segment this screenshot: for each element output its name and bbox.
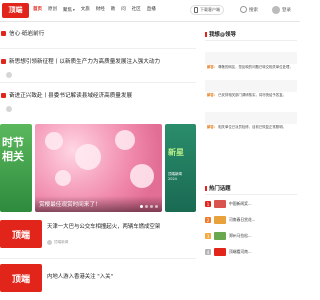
headline-item[interactable]: 新思想引领新征程丨以新质生产力为高质量发展注入强大动力	[0, 54, 196, 68]
rank-badge: 4	[205, 249, 211, 255]
blossom-decoration	[130, 164, 154, 188]
carousel-next-slide[interactable]: 新星 顶端新闻 2024	[165, 124, 196, 212]
rank-badge: 2	[205, 217, 211, 223]
hot-topic-item[interactable]: 1 中国新闻奖...	[205, 198, 297, 210]
nav-item-culture[interactable]: 文旅	[81, 6, 90, 15]
hot-topic-item[interactable]: 2 河南春日赏花...	[205, 214, 297, 226]
hot-topic-text: 河南春日赏花...	[229, 217, 256, 222]
headline-text: 信心·砥岩前行	[9, 31, 45, 37]
divider	[0, 82, 196, 83]
news-thumbnail: 顶端	[0, 220, 42, 248]
topic-thumbnail	[214, 216, 226, 224]
hot-topic-item[interactable]: 4 顶端看河南...	[205, 246, 297, 258]
blossom-decoration	[45, 132, 63, 150]
headline-text: 新思想引领新征程丨以新质生产力为高质量发展注入强大动力	[9, 59, 161, 65]
download-app-label: 下载客户端	[200, 7, 220, 12]
nav-item-live[interactable]: 直播	[147, 6, 156, 15]
question-panel-title: 我想@领导	[205, 30, 236, 38]
logo-text: 顶端	[8, 6, 23, 14]
hot-topic-item[interactable]: 3 郑州马拉松...	[205, 230, 297, 242]
hot-topic-text: 中国新闻奖...	[229, 201, 252, 206]
carousel-dot[interactable]	[140, 205, 143, 208]
divider	[205, 194, 297, 195]
divider	[0, 48, 196, 49]
blossom-decoration	[75, 144, 101, 170]
login-label: 登录	[282, 8, 291, 13]
chevron-down-icon: ▾	[73, 8, 75, 12]
hot-topic-text: 顶端看河南...	[229, 249, 252, 254]
carousel-caption: 赏樱最佳观赏时间来了！	[39, 202, 101, 208]
headline-meta	[6, 72, 12, 78]
rank-badge: 3	[205, 233, 211, 239]
news-thumbnail: 顶端	[0, 264, 42, 292]
nav-item-ask[interactable]: 问	[121, 6, 126, 15]
source-icon	[6, 72, 12, 78]
answer-item[interactable]: 解答：相关单位已派员检修，目前已恢复正常照明。	[205, 112, 297, 129]
download-app-button[interactable]: 下载客户端	[190, 5, 224, 15]
blossom-decoration	[55, 170, 71, 186]
hot-topic-text: 郑州马拉松...	[229, 233, 252, 238]
nav-item-original[interactable]: 原创	[48, 6, 57, 15]
nav-item-finance[interactable]: 财经	[96, 6, 105, 15]
answer-item[interactable]: 解答：尊敬的网友，您反映的问题已转交相关单位处理，感谢您的关注和支持。	[205, 52, 297, 88]
answer-text: 相关单位已派员检修，目前已恢复正常照明。	[218, 125, 286, 129]
nav-item-focus[interactable]: 聚焦▾	[63, 6, 75, 15]
nav-item-community[interactable]: 社区	[132, 6, 141, 15]
carousel-dot[interactable]	[145, 205, 148, 208]
carousel-dot[interactable]	[150, 205, 153, 208]
news-meta: 顶端新闻	[47, 240, 68, 245]
caption-overlay: 赏樱最佳观赏时间来了！	[35, 196, 162, 212]
source-icon	[6, 106, 12, 112]
headline-item[interactable]: 奋进正兴致赴丨县委书记解读县域经济高质量发展	[0, 88, 196, 102]
rank-badge: 1	[205, 201, 211, 207]
answer-tag: 解答：	[207, 65, 218, 69]
avatar	[272, 6, 280, 14]
slide-right-title: 新星	[168, 148, 184, 157]
news-card[interactable]: 顶端 天津一大巴与公交车相撞起火，两辆车燃成空架 顶端新闻	[0, 218, 196, 262]
search-label: 搜索	[249, 7, 258, 13]
answer-item[interactable]: 解答：已安排相关部门调研核实，将尽快给予答复。	[205, 80, 297, 97]
headline-meta	[6, 106, 12, 112]
divider	[205, 40, 297, 41]
carousel-dot[interactable]	[155, 205, 158, 208]
news-title: 内地人游入香港关注 "入关"	[47, 274, 113, 280]
main-nav: 首页 原创 聚焦▾ 文旅 财经 教 问 社区 直播	[33, 6, 156, 15]
headline-marker-icon	[1, 92, 6, 98]
source-avatar	[47, 240, 52, 245]
answer-tag: 解答：	[207, 125, 218, 129]
nav-item-focus-label: 聚焦	[63, 8, 72, 13]
thumbnail-logo-text: 顶端	[11, 274, 30, 285]
blossom-decoration	[115, 130, 135, 150]
headline-text: 奋进正兴致赴丨县委书记解读县域经济高质量发展	[9, 93, 133, 99]
carousel: 时节 相关 赏樱最佳观赏时间来了！ 新星 顶端新闻 2024	[0, 124, 196, 216]
headline-marker-icon	[1, 30, 6, 36]
phone-icon	[194, 7, 198, 13]
search-button[interactable]: 搜索	[240, 6, 258, 13]
nav-item-education[interactable]: 教	[111, 6, 116, 15]
topic-thumbnail	[214, 232, 226, 240]
slide-left-text: 时节 相关	[2, 136, 24, 163]
answer-text: 已安排相关部门调研核实，将尽快给予答复。	[218, 93, 286, 97]
topic-thumbnail	[214, 248, 226, 256]
top-header: 顶端 首页 原创 聚焦▾ 文旅 财经 教 问 社区 直播 下载客户端 搜索 登录	[0, 0, 300, 22]
hot-panel-title: 热门话题	[205, 184, 231, 192]
news-title: 天津一大巴与公交车相撞起火，两辆车燃成空架	[47, 224, 161, 230]
search-icon	[240, 6, 247, 13]
site-logo[interactable]: 顶端	[2, 3, 29, 18]
news-card[interactable]: 顶端 内地人游入香港关注 "入关"	[0, 262, 196, 300]
answer-tag: 解答：	[207, 93, 218, 97]
carousel-main-slide[interactable]: 赏樱最佳观赏时间来了！	[35, 124, 162, 212]
news-source: 顶端新闻	[54, 240, 69, 244]
carousel-prev-slide[interactable]: 时节 相关	[0, 124, 32, 212]
divider	[0, 258, 196, 259]
login-button[interactable]: 登录	[272, 6, 291, 14]
nav-item-home[interactable]: 首页	[33, 6, 42, 15]
topic-thumbnail	[214, 200, 226, 208]
headline-item[interactable]: 信心·砥岩前行	[0, 26, 196, 40]
headline-marker-icon	[1, 58, 6, 64]
slide-right-sub: 顶端新闻 2024	[168, 172, 182, 181]
carousel-dots	[140, 205, 158, 208]
thumbnail-logo-text: 顶端	[11, 230, 30, 241]
